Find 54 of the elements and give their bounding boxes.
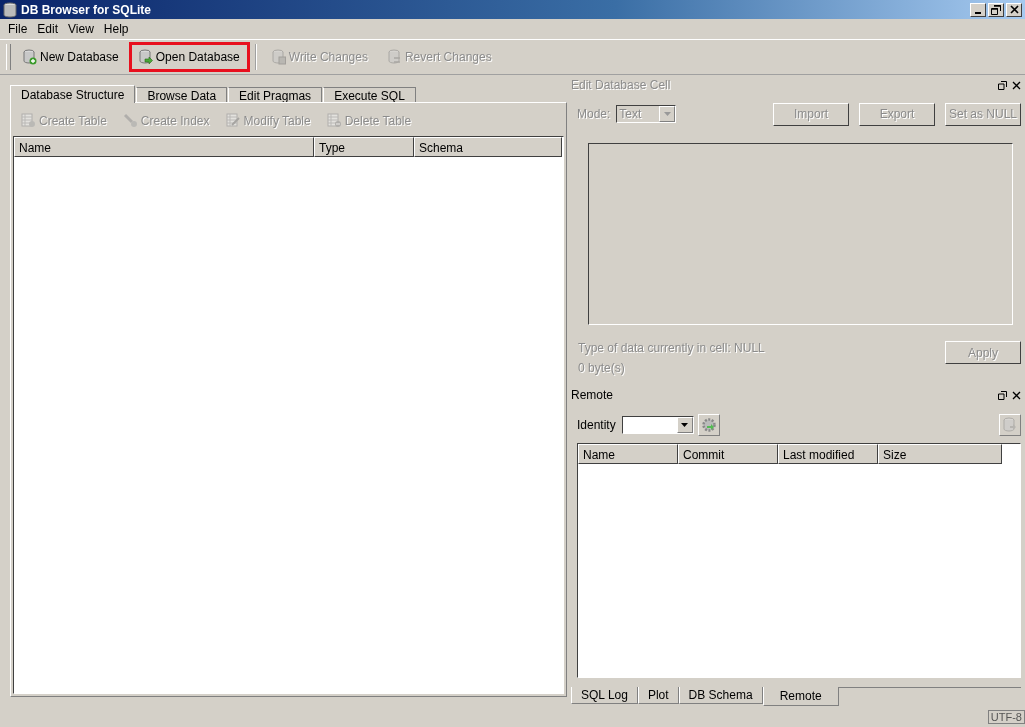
column-header[interactable]: Commit [678, 444, 778, 464]
toolbar-grip[interactable] [6, 44, 11, 70]
float-icon[interactable] [998, 80, 1007, 90]
close-icon[interactable] [1012, 80, 1021, 90]
tab[interactable]: Edit Pragmas [228, 87, 323, 103]
database-arrow-icon [1003, 417, 1017, 433]
size-info: 0 byte(s) [578, 361, 626, 375]
close-icon[interactable] [1012, 390, 1021, 400]
column-header[interactable]: Type [314, 137, 414, 157]
column-header[interactable]: Name [14, 137, 314, 157]
table-icon [21, 113, 36, 128]
database-plus-icon [23, 49, 37, 65]
dock-title: Remote [571, 388, 614, 402]
menu-item[interactable]: View [63, 22, 99, 36]
dropdown-arrow-icon [681, 423, 689, 427]
identity-label: Identity [577, 418, 616, 432]
column-header[interactable]: Schema [414, 137, 562, 157]
tab[interactable]: Database Structure [10, 85, 136, 103]
tab[interactable]: SQL Log [571, 687, 638, 704]
push-button[interactable] [999, 414, 1021, 436]
restore-icon [991, 4, 1001, 15]
dropdown-arrow-icon [663, 112, 671, 116]
table-icon [225, 113, 241, 128]
cell-editor[interactable] [588, 143, 1013, 325]
dock-title: Edit Database Cell [571, 78, 671, 92]
float-icon[interactable] [998, 390, 1007, 400]
toolbar-button[interactable]: Open Database [130, 44, 248, 70]
close-icon [1009, 5, 1019, 14]
settings-button[interactable] [697, 414, 720, 436]
column-header[interactable]: Last modified [778, 444, 878, 464]
window-title: DB Browser for SQLite [21, 2, 152, 17]
type-info: Type of data currently in cell: NULL [578, 341, 765, 355]
minimize-icon [975, 11, 981, 14]
tab[interactable]: Plot [637, 687, 679, 704]
gear-icon [700, 417, 717, 433]
tab[interactable]: Remote [762, 687, 839, 706]
menu-item[interactable]: Help [98, 22, 134, 36]
tab[interactable]: DB Schema [678, 687, 763, 704]
menu-item[interactable]: File [3, 22, 33, 36]
column-header[interactable]: Size [878, 444, 1002, 464]
close-button[interactable] [1006, 2, 1022, 17]
restore-button[interactable] [988, 2, 1004, 17]
encoding-label: UTF-8 [987, 710, 1025, 724]
column-header[interactable]: Name [578, 444, 678, 464]
mode-label: Mode: [577, 107, 611, 121]
identity-dropdown[interactable] [621, 416, 694, 434]
menu-item[interactable]: Edit [32, 22, 64, 36]
tab[interactable]: Execute SQL [323, 87, 416, 103]
tab[interactable]: Browse Data [136, 87, 228, 103]
toolbar-button[interactable]: New Database [15, 44, 127, 70]
table-icon [326, 113, 342, 128]
database-icon [3, 1, 17, 18]
database-arrow-icon [138, 49, 153, 65]
minimize-button[interactable] [970, 2, 986, 17]
